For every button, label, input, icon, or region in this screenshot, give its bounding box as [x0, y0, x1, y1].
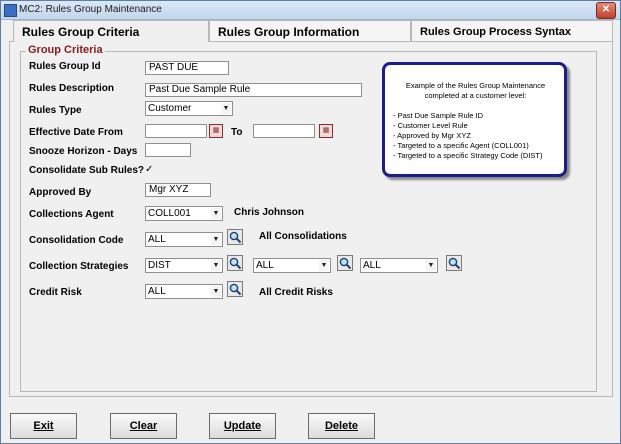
magnifier-icon[interactable] — [227, 229, 243, 245]
rules-type-value: Customer — [148, 103, 192, 114]
info-callout-list: - Past Due Sample Rule ID - Customer Lev… — [393, 111, 543, 161]
collections-agent-label: Collections Agent — [29, 209, 114, 220]
close-button[interactable]: ✕ — [596, 2, 616, 19]
list-item: - Approved by Mgr XYZ — [393, 131, 471, 140]
collections-agent-name: Chris Johnson — [234, 207, 305, 218]
consolidation-code-value: ALL — [148, 234, 166, 245]
snooze-horizon-field[interactable] — [145, 143, 191, 157]
clear-button[interactable]: Clear — [110, 413, 177, 439]
consolidate-sub-rules-checkbox[interactable]: ✓ — [145, 164, 153, 175]
effective-date-label: Effective Date From — [29, 127, 123, 138]
info-callout-title: Example of the Rules Group Maintenance c… — [405, 81, 546, 100]
effective-date-to-field[interactable] — [253, 124, 315, 138]
tab-rules-group-information[interactable]: Rules Group Information — [209, 20, 411, 42]
snooze-horizon-label: Snooze Horizon - Days — [29, 146, 138, 157]
approved-by-label: Approved By — [29, 187, 92, 198]
list-item: - Customer Level Rule — [393, 121, 468, 130]
delete-button[interactable]: Delete — [308, 413, 375, 439]
exit-button[interactable]: Exit — [10, 413, 77, 439]
update-button[interactable]: Update — [209, 413, 276, 439]
collection-strategy-value-3: ALL — [363, 260, 381, 271]
effective-date-to-label: To — [231, 127, 243, 138]
magnifier-icon[interactable] — [337, 255, 353, 271]
effective-date-from-field[interactable] — [145, 124, 207, 138]
chevron-down-icon: ▼ — [319, 260, 329, 271]
chevron-down-icon: ▼ — [211, 208, 221, 219]
rules-description-label: Rules Description — [29, 83, 115, 94]
calendar-icon[interactable]: ▦ — [209, 124, 223, 138]
title-bar: MC2: Rules Group Maintenance ✕ — [1, 1, 620, 20]
group-criteria-legend: Group Criteria — [26, 44, 105, 56]
credit-risk-label: Credit Risk — [29, 287, 82, 298]
window-title: MC2: Rules Group Maintenance — [19, 4, 162, 15]
info-callout: Example of the Rules Group Maintenance c… — [382, 62, 567, 177]
credit-risk-value: ALL — [148, 286, 166, 297]
collections-agent-value: COLL001 — [148, 208, 191, 219]
rules-type-label: Rules Type — [29, 105, 82, 116]
calendar-icon[interactable]: ▦ — [319, 124, 333, 138]
chevron-down-icon: ▼ — [426, 260, 436, 271]
credit-risk-description: All Credit Risks — [259, 287, 333, 298]
tab-rules-group-criteria[interactable]: Rules Group Criteria — [13, 20, 209, 42]
collection-strategy-select-2[interactable]: ALL ▼ — [253, 258, 331, 273]
list-item: - Targeted to a specific Strategy Code (… — [393, 151, 543, 160]
rules-type-select[interactable]: Customer ▼ — [145, 101, 233, 116]
consolidate-sub-rules-label: Consolidate Sub Rules? — [29, 165, 145, 176]
rules-group-id-field[interactable]: PAST DUE — [145, 61, 229, 75]
collection-strategy-value-1: DIST — [148, 260, 171, 271]
list-item: - Targeted to a specific Agent (COLL001) — [393, 141, 529, 150]
rules-description-field[interactable]: Past Due Sample Rule — [145, 83, 362, 97]
magnifier-icon[interactable] — [227, 281, 243, 297]
approved-by-field[interactable]: Mgr XYZ — [145, 183, 211, 197]
app-icon — [4, 4, 17, 17]
collection-strategy-select-3[interactable]: ALL ▼ — [360, 258, 438, 273]
tab-rules-group-process-syntax[interactable]: Rules Group Process Syntax — [411, 20, 613, 42]
collection-strategies-label: Collection Strategies — [29, 261, 129, 272]
collection-strategy-select-1[interactable]: DIST ▼ — [145, 258, 223, 273]
rules-group-id-label: Rules Group Id — [29, 61, 101, 72]
consolidation-code-select[interactable]: ALL ▼ — [145, 232, 223, 247]
credit-risk-select[interactable]: ALL ▼ — [145, 284, 223, 299]
list-item: - Past Due Sample Rule ID — [393, 111, 484, 120]
magnifier-icon[interactable] — [227, 255, 243, 271]
collections-agent-select[interactable]: COLL001 ▼ — [145, 206, 223, 221]
consolidation-code-description: All Consolidations — [259, 231, 347, 242]
magnifier-icon[interactable] — [446, 255, 462, 271]
chevron-down-icon: ▼ — [211, 286, 221, 297]
chevron-down-icon: ▼ — [211, 234, 221, 245]
chevron-down-icon: ▼ — [211, 260, 221, 271]
app-window: MC2: Rules Group Maintenance ✕ Rules Gro… — [0, 0, 621, 444]
consolidation-code-label: Consolidation Code — [29, 235, 124, 246]
collection-strategy-value-2: ALL — [256, 260, 274, 271]
chevron-down-icon: ▼ — [221, 103, 231, 114]
